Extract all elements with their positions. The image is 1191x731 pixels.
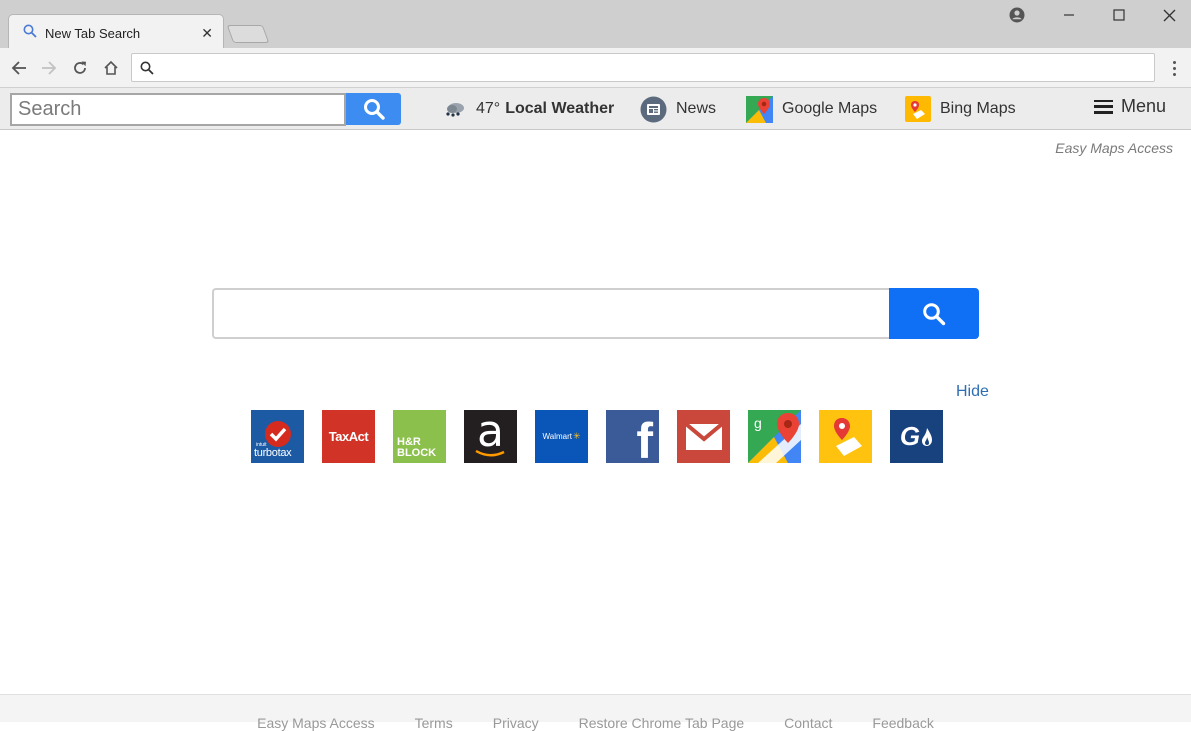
weather-label: Local Weather	[505, 100, 615, 117]
address-bar[interactable]	[131, 53, 1155, 82]
footer-link-terms[interactable]: Terms	[415, 715, 453, 731]
weather-link[interactable]: 47° Local Weather	[444, 96, 614, 122]
tile-taxact[interactable]: TaxAct	[322, 410, 375, 463]
news-link[interactable]: News	[640, 96, 716, 122]
home-icon[interactable]	[100, 57, 122, 79]
tile-g-search[interactable]: G	[890, 410, 943, 463]
main-search-input[interactable]	[212, 288, 890, 339]
facebook-label: f	[636, 413, 653, 463]
new-tab-button[interactable]	[226, 25, 270, 43]
g-search-label: G	[899, 421, 921, 451]
news-label: News	[676, 100, 717, 117]
address-input[interactable]	[162, 58, 1142, 78]
amazon-smile-icon	[475, 450, 505, 457]
footer-link-restore[interactable]: Restore Chrome Tab Page	[579, 715, 745, 731]
forward-arrow-icon[interactable]	[38, 57, 60, 79]
bing-maps-link[interactable]: Bing Maps	[905, 96, 1016, 122]
tile-bing-maps[interactable]	[819, 410, 872, 463]
google-maps-link[interactable]: Google Maps	[746, 95, 878, 123]
profile-icon[interactable]	[1003, 4, 1031, 26]
hamburger-icon	[1094, 99, 1113, 114]
tile-facebook[interactable]: f	[606, 410, 659, 463]
flame-icon	[922, 427, 933, 446]
minimize-icon[interactable]	[1055, 4, 1083, 26]
browser-toolbar	[0, 48, 1191, 88]
tile-google-maps[interactable]: g	[748, 410, 801, 463]
footer: Easy Maps Access Terms Privacy Restore C…	[0, 694, 1191, 731]
browser-menu-icon[interactable]	[1166, 57, 1182, 79]
browser-titlebar: New Tab Search ✕	[0, 0, 1191, 49]
tile-walmart[interactable]: Walmart ✳	[535, 410, 588, 463]
hide-tiles-link[interactable]: Hide	[956, 383, 989, 401]
brand-label: Easy Maps Access	[1055, 140, 1173, 156]
tab-close-button[interactable]: ✕	[201, 25, 213, 42]
footer-link-contact[interactable]: Contact	[784, 715, 832, 731]
tile-amazon[interactable]: a	[464, 410, 517, 463]
search-icon	[140, 61, 154, 80]
browser-tab[interactable]: New Tab Search ✕	[8, 14, 224, 49]
google-maps-icon	[746, 95, 773, 123]
svg-text:g: g	[754, 415, 762, 431]
extension-toolbar: 47° Local Weather News Google Maps Bing …	[0, 88, 1191, 130]
search-icon	[23, 24, 37, 43]
main-search-button[interactable]	[889, 288, 979, 339]
google-maps-tile-icon: g	[748, 410, 801, 463]
weather-temperature: 47°	[476, 100, 501, 117]
bing-maps-label: Bing Maps	[940, 100, 1016, 117]
tile-turbotax[interactable]: intuit turbotax	[251, 410, 304, 463]
tile-hr-block[interactable]: H&R BLOCK	[393, 410, 446, 463]
menu-label: Menu	[1121, 96, 1167, 116]
tab-title: New Tab Search	[45, 26, 141, 41]
maximize-icon[interactable]	[1105, 4, 1133, 26]
walmart-label: Walmart	[542, 432, 572, 441]
menu-button[interactable]: Menu	[1094, 96, 1166, 117]
bing-maps-icon	[905, 96, 931, 122]
walmart-spark-icon: ✳	[572, 431, 581, 441]
bing-maps-tile-icon	[833, 417, 862, 456]
close-window-icon[interactable]	[1155, 4, 1183, 26]
weather-cloud-icon	[444, 100, 467, 118]
tile-gmail[interactable]	[677, 410, 730, 463]
shortcut-tiles: intuit turbotax TaxAct H&R BLOCK a Walma…	[251, 410, 943, 463]
turbotax-label: turbotax	[254, 447, 292, 459]
extension-search-input[interactable]	[10, 93, 346, 126]
footer-link-privacy[interactable]: Privacy	[493, 715, 539, 731]
search-icon	[923, 302, 946, 325]
google-maps-label: Google Maps	[782, 100, 878, 117]
taxact-label: TaxAct	[328, 429, 369, 444]
extension-search-button[interactable]	[346, 93, 401, 125]
reload-icon[interactable]	[69, 57, 91, 79]
footer-link-brand[interactable]: Easy Maps Access	[257, 715, 375, 731]
news-icon	[640, 96, 667, 123]
footer-link-feedback[interactable]: Feedback	[872, 715, 933, 731]
back-arrow-icon[interactable]	[8, 57, 30, 79]
mail-envelope-icon	[684, 422, 723, 450]
hr-block-label: H&R BLOCK	[397, 436, 437, 459]
